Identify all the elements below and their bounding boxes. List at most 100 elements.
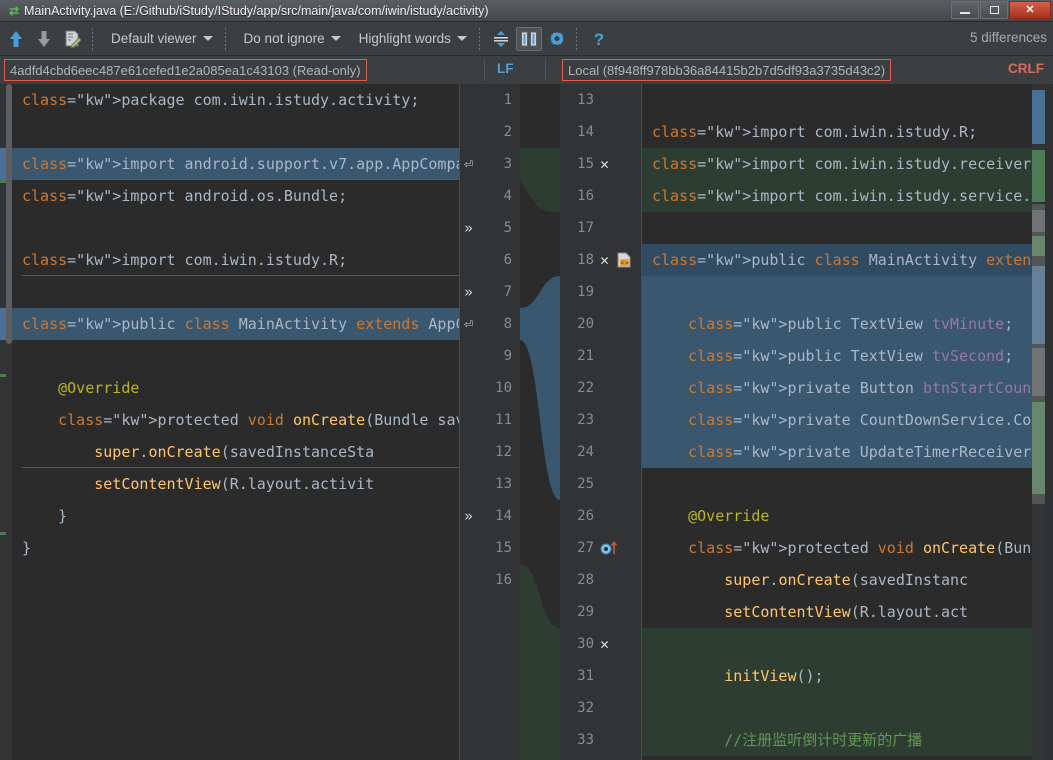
code-line[interactable] [12,212,460,244]
code-line[interactable] [12,116,460,148]
left-line-ending[interactable]: LF [497,61,514,76]
line-number: 3 [504,148,512,180]
code-line[interactable]: class="kw">import com.iwin.istudy.receiv… [642,148,1032,180]
insert-change-icon[interactable]: » [464,276,473,308]
line-number: 33 [568,724,594,756]
line-number: 24 [568,436,594,468]
overview-track[interactable] [1045,84,1053,760]
code-line[interactable]: class="kw">private Button btnStartCount; [642,372,1032,404]
side-by-side-toggle[interactable] [516,27,542,51]
code-line[interactable]: @Override [642,500,1032,532]
accept-change-icon[interactable]: ⏎ [464,148,473,180]
overview-block[interactable] [1032,90,1045,144]
line-number: 25 [568,468,594,500]
close-button[interactable]: ✕ [1009,1,1051,19]
insert-change-icon[interactable]: » [464,500,473,532]
right-revision-label[interactable]: Local (8f948ff978bb36a84415b2b7d5df93a37… [562,59,891,81]
code-line[interactable] [642,276,1032,308]
code-line[interactable]: } [12,532,460,564]
line-number: 16 [568,180,594,212]
code-line[interactable] [12,340,460,372]
code-line[interactable] [642,84,1032,116]
code-line[interactable] [642,212,1032,244]
code-line[interactable]: class="kw">import com.iwin.istudy.R; [642,116,1032,148]
next-difference-button[interactable] [32,27,56,51]
code-line[interactable] [12,276,460,308]
code-line[interactable]: class="kw">public TextView tvMinute; [642,308,1032,340]
window-title-bar: ⇄ MainActivity.java (E:/Github/iStudy/IS… [0,0,1053,22]
maximize-button[interactable] [980,1,1008,19]
code-line[interactable]: //注册监听倒计时更新的广播 [642,724,1032,756]
line-number: 17 [568,212,594,244]
previous-difference-button[interactable] [4,27,28,51]
minimize-button[interactable] [951,1,979,19]
toolbar-separator-4 [576,28,577,50]
line-number: 32 [568,692,594,724]
help-button[interactable]: ? [587,27,611,51]
collapse-unchanged-button[interactable] [488,27,514,51]
revert-change-icon[interactable]: ✕ [600,148,609,180]
viewer-select[interactable]: Default viewer [105,27,219,51]
revert-change-icon[interactable]: ✕ [600,628,609,660]
edit-source-button[interactable] [60,27,86,51]
code-line[interactable]: class="kw">package com.iwin.istudy.activ… [12,84,460,116]
code-line[interactable]: class="kw">import android.os.Bundle; [12,180,460,212]
code-line[interactable]: initView(); [642,660,1032,692]
code-line[interactable]: setContentView(R.layout.activit [12,468,460,500]
chevron-down-icon [457,36,467,41]
code-line[interactable]: class="kw">import android.support.v7.app… [12,148,460,180]
xml-file-icon[interactable]: <> [616,244,632,276]
code-line[interactable]: class="kw">public class MainActivity ext… [642,244,1032,276]
right-code-pane[interactable]: class="kw">import com.iwin.istudy.R;clas… [642,84,1032,760]
collapse-lines-icon [492,30,510,48]
svg-text:?: ? [594,30,604,49]
revert-change-icon[interactable]: ✕ [600,244,609,276]
line-number: 4 [504,180,512,212]
ignore-policy-select[interactable]: Do not ignore [238,27,347,51]
code-line[interactable]: class="kw">protected void onCreate(Bundl… [642,532,1032,564]
code-line[interactable] [642,468,1032,500]
pane-headers: 4adfd4cbd6eec487e61cefed1e2a085ea1c43103… [0,56,1053,84]
line-number: 31 [568,660,594,692]
code-line[interactable] [642,692,1032,724]
line-number: 8 [504,308,512,340]
insert-change-icon[interactable]: » [464,212,473,244]
code-line[interactable]: } [12,500,460,532]
left-revision-label[interactable]: 4adfd4cbd6eec487e61cefed1e2a085ea1c43103… [4,59,367,81]
highlight-mode-select[interactable]: Highlight words [353,27,473,51]
arrow-down-icon [36,30,52,48]
code-line[interactable]: setContentView(R.layout.act [642,596,1032,628]
code-line[interactable]: class="kw">public class MainActivity ext… [12,308,460,340]
line-number: 13 [495,468,512,500]
line-number: 15 [495,532,512,564]
code-line[interactable] [12,564,460,596]
line-number: 27 [568,532,594,564]
settings-button[interactable] [544,27,570,51]
code-line[interactable]: class="kw">private CountDownService.Coun… [642,404,1032,436]
chevron-down-icon [331,36,341,41]
diff-viewer: class="kw">package com.iwin.istudy.activ… [0,84,1053,760]
code-line[interactable]: class="kw">private UpdateTimerReceiver u… [642,436,1032,468]
code-line[interactable]: class="kw">protected void onCreate(Bundl… [12,404,460,436]
chevron-down-icon [203,36,213,41]
code-line[interactable] [642,628,1032,660]
code-line[interactable]: class="kw">import com.iwin.istudy.R; [12,244,460,276]
overview-block[interactable] [1032,150,1045,202]
code-line[interactable]: super.onCreate(savedInstanc [642,564,1032,596]
line-number: 21 [568,340,594,372]
right-line-ending[interactable]: CRLF [1008,61,1044,76]
line-number: 14 [495,500,512,532]
left-gutter-divider [459,84,460,760]
code-line[interactable]: @Override [12,372,460,404]
code-line[interactable]: class="kw">import com.iwin.istudy.servic… [642,180,1032,212]
override-method-icon[interactable] [600,532,622,564]
left-code-pane[interactable]: class="kw">package com.iwin.istudy.activ… [12,84,460,760]
diff-overview-scrollbar[interactable] [1032,84,1053,760]
change-underline [22,179,460,180]
overview-thumb[interactable] [1032,204,1045,504]
line-number: 6 [504,244,512,276]
code-line[interactable]: super.onCreate(savedInstanceSta [12,436,460,468]
differences-count: 5 differences [970,30,1047,45]
code-line[interactable]: class="kw">public TextView tvSecond; [642,340,1032,372]
accept-change-icon[interactable]: ⏎ [464,308,473,340]
